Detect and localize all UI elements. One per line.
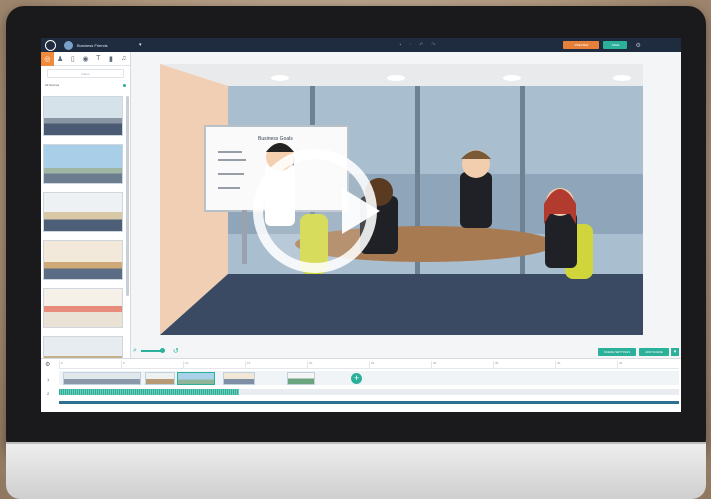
ruler-tick: 30 (431, 361, 493, 368)
timeline-bottom-strip (59, 401, 679, 404)
timeline-ruler: 0 5 10 15 20 25 30 35 40 45 (59, 361, 679, 369)
ruler-tick: 0 (59, 361, 121, 368)
project-title[interactable]: Business Friends (77, 43, 137, 48)
scene-thumbnail-2[interactable] (43, 144, 123, 184)
plus-icon[interactable]: + (351, 373, 362, 384)
zoom-controls: ⌕ ↺ (133, 347, 179, 355)
scene-thumbnails (43, 96, 125, 384)
row-label-1: 1 (47, 377, 50, 382)
ruler-tick: 15 (245, 361, 307, 368)
ruler-tick: 20 (307, 361, 369, 368)
category-row[interactable]: All Scenes (45, 81, 126, 89)
chevron-down-icon[interactable]: ▾ (139, 42, 142, 48)
category-label: All Scenes (45, 83, 60, 87)
thumbnail-scrollbar[interactable] (126, 96, 129, 296)
scene-canvas[interactable]: Business Goals (160, 64, 643, 335)
scene-thumbnail-3[interactable] (43, 192, 123, 232)
scene-settings-button[interactable]: SCENE SETTINGS (598, 348, 636, 356)
office-scene: Business Goals (160, 64, 643, 335)
play-icon[interactable] (342, 188, 380, 234)
save-button[interactable]: SAVE (603, 41, 628, 49)
preview-button[interactable]: PREVIEW (563, 41, 600, 49)
timeline-clip[interactable] (287, 372, 315, 385)
scene-thumbnail-5[interactable] (43, 288, 123, 328)
timeline-clip[interactable] (145, 372, 175, 385)
timeline-clip-selected[interactable] (177, 372, 215, 385)
timeline: ⚙ 0 5 10 15 20 25 30 35 40 45 1 2 + (41, 358, 681, 412)
audio-track (59, 389, 679, 395)
project-avatar-icon (64, 40, 73, 50)
undo-icon[interactable]: ↺ (173, 347, 179, 355)
ruler-tick: 10 (183, 361, 245, 368)
gear-icon[interactable]: ⚙ (635, 42, 640, 49)
app-logo-icon (45, 39, 56, 51)
left-panel-tabs: ◎ ♟ ▯ ◉ T ▮ ♫ (41, 51, 130, 66)
toolbar-icons: ▪ ◦ ↶ ↷ (400, 42, 436, 48)
top-bar: Business Friends ▾ ▪ ◦ ↶ ↷ PREVIEW SAVE … (41, 38, 681, 52)
audio-waveform[interactable] (59, 389, 239, 395)
chevron-down-icon[interactable]: ▾ (671, 348, 679, 356)
eye-icon[interactable]: ◦ (409, 42, 411, 48)
chart-tab-icon[interactable]: ▮ (105, 52, 118, 66)
filter-input[interactable]: Filters (47, 69, 124, 78)
text-tab-icon[interactable]: T (92, 52, 105, 66)
timeline-row-labels: 1 2 (47, 373, 49, 401)
scenes-tab-icon[interactable]: ◎ (41, 51, 54, 66)
gear-icon[interactable]: ⚙ (45, 361, 50, 368)
left-panel: ◎ ♟ ▯ ◉ T ▮ ♫ Filters All Scenes (41, 51, 131, 376)
timeline-clip[interactable] (223, 372, 255, 385)
add-scene-button[interactable]: ADD SCENE (639, 348, 669, 356)
character-tab-icon[interactable]: ♟ (54, 52, 67, 66)
ruler-tick: 40 (555, 361, 617, 368)
whiteboard-heading: Business Goals (258, 136, 293, 142)
scene-thumbnail-1[interactable] (43, 96, 123, 136)
redo-icon[interactable]: ↷ (431, 42, 435, 48)
balloon-tab-icon[interactable]: ◉ (79, 52, 92, 66)
timeline-clip[interactable] (63, 372, 141, 385)
ruler-tick: 5 (121, 361, 183, 368)
props-tab-icon[interactable]: ▯ (66, 52, 79, 66)
undo-icon[interactable]: ↶ (419, 42, 423, 48)
ruler-tick: 35 (493, 361, 555, 368)
category-dot-icon (123, 83, 126, 87)
music-tab-icon[interactable]: ♫ (117, 52, 130, 66)
grid-icon[interactable]: ▪ (400, 42, 402, 48)
scene-thumbnail-4[interactable] (43, 240, 123, 280)
zoom-icon[interactable]: ⌕ (133, 347, 137, 355)
ruler-tick: 25 (369, 361, 431, 368)
row-label-2: 2 (47, 391, 50, 396)
monitor-chin (6, 442, 706, 499)
zoom-slider[interactable] (140, 348, 165, 353)
ruler-tick: 45 (617, 361, 679, 368)
